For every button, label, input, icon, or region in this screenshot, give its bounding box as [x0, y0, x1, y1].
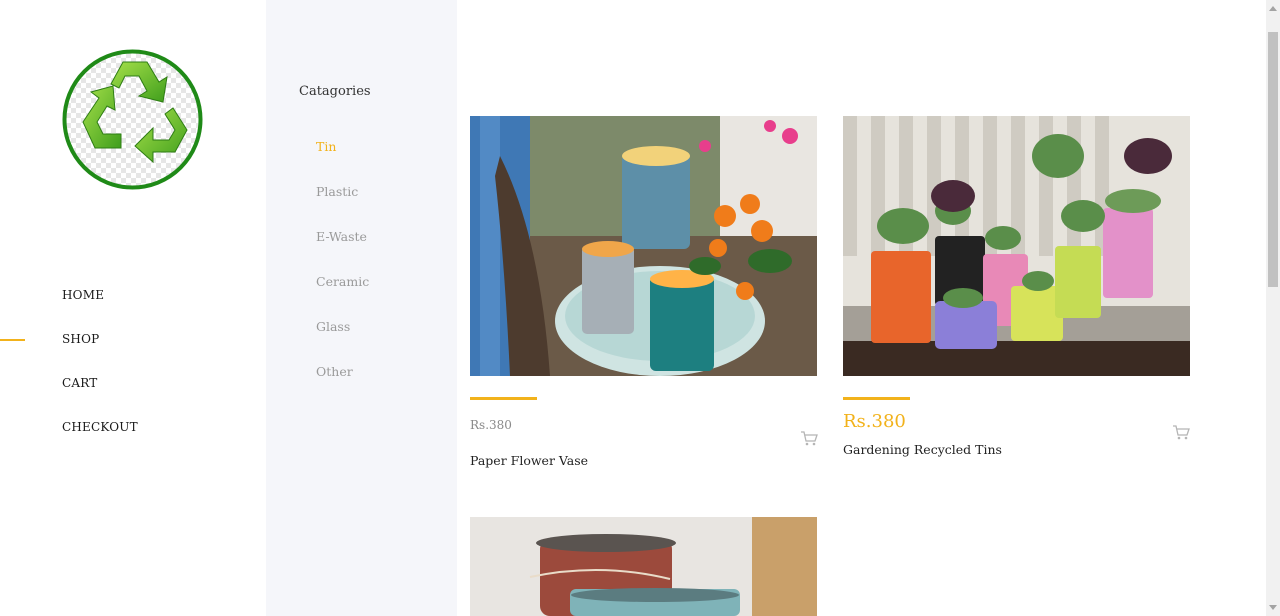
scroll-up-arrow-icon[interactable] — [1269, 6, 1277, 11]
page-scrollbar[interactable] — [1266, 0, 1280, 616]
nav-cart-link[interactable]: CART — [62, 376, 97, 390]
add-to-cart-icon[interactable] — [1172, 424, 1190, 440]
product-accent-line — [470, 397, 537, 400]
product-accent-line — [843, 397, 910, 400]
nav-home-link[interactable]: HOME — [62, 288, 104, 302]
product-card[interactable]: Rs.380 Paper Flower Vase — [470, 116, 818, 468]
product-price: Rs.380 — [470, 418, 512, 432]
active-indicator — [0, 339, 25, 341]
scroll-down-arrow-icon[interactable] — [1269, 605, 1277, 610]
add-to-cart-icon[interactable] — [800, 430, 818, 446]
scroll-thumb[interactable] — [1268, 32, 1278, 287]
product-image-gardening-recycled-tins[interactable] — [843, 116, 1190, 376]
product-price: Rs.380 — [843, 411, 906, 432]
category-ceramic[interactable]: Ceramic — [316, 274, 369, 319]
nav-shop-link[interactable]: SHOP — [62, 332, 99, 346]
product-image-tin-cans[interactable] — [470, 517, 817, 616]
category-e-waste[interactable]: E-Waste — [316, 229, 369, 274]
nav-item-home[interactable]: HOME — [0, 284, 266, 328]
categories-list: Tin Plastic E-Waste Ceramic Glass Other — [316, 139, 369, 409]
main-nav: HOME SHOP CART CHECKOUT — [0, 284, 266, 460]
category-tin[interactable]: Tin — [316, 139, 369, 184]
categories-title: Catagories — [299, 84, 371, 99]
category-plastic[interactable]: Plastic — [316, 184, 369, 229]
nav-item-checkout[interactable]: CHECKOUT — [0, 416, 266, 460]
nav-checkout-link[interactable]: CHECKOUT — [62, 420, 138, 434]
left-navigation: HOME SHOP CART CHECKOUT — [0, 0, 266, 616]
product-name[interactable]: Paper Flower Vase — [470, 453, 588, 468]
recycle-logo-icon[interactable] — [61, 48, 204, 191]
nav-item-cart[interactable]: CART — [0, 372, 266, 416]
product-grid: Rs.380 Paper Flower Vase Rs.380 Gardenin… — [457, 0, 1266, 616]
product-image-paper-flower-vase[interactable] — [470, 116, 817, 376]
nav-item-shop[interactable]: SHOP — [0, 328, 266, 372]
product-name[interactable]: Gardening Recycled Tins — [843, 442, 1002, 457]
product-card[interactable]: Rs.380 Gardening Recycled Tins — [843, 116, 1190, 457]
category-glass[interactable]: Glass — [316, 319, 369, 364]
product-card[interactable] — [470, 517, 817, 616]
category-other[interactable]: Other — [316, 364, 369, 409]
categories-panel: Catagories Tin Plastic E-Waste Ceramic G… — [266, 0, 457, 616]
